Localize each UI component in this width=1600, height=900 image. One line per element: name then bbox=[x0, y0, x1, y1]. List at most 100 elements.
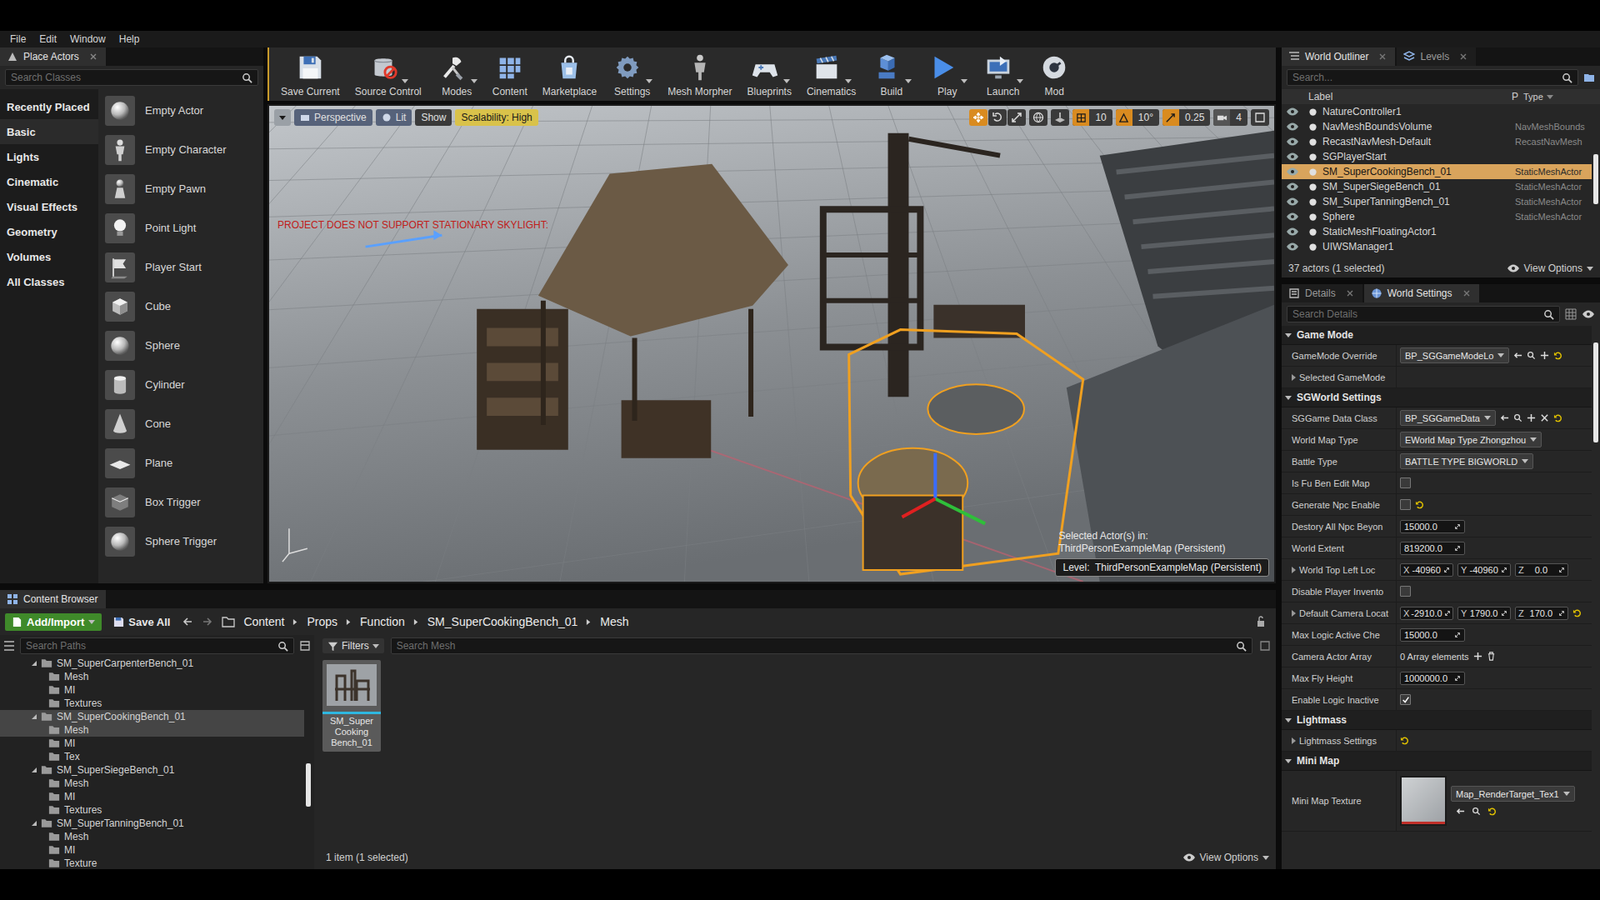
folder-row[interactable]: Tex bbox=[0, 750, 315, 764]
visibility-eye-icon[interactable] bbox=[1285, 212, 1300, 221]
actor-row[interactable]: StaticMeshFloatingActor1 bbox=[1281, 224, 1592, 240]
search-paths-field[interactable]: Search Paths bbox=[20, 637, 295, 655]
actor-row[interactable]: SGPlayerStart bbox=[1281, 149, 1592, 165]
menu-item[interactable]: Window bbox=[65, 33, 111, 45]
property-matrix-icon[interactable] bbox=[1565, 308, 1577, 320]
scalability-button[interactable]: Scalability: High bbox=[455, 109, 538, 126]
visibility-eye-icon[interactable] bbox=[1285, 107, 1300, 116]
texture-thumbnail[interactable] bbox=[1400, 775, 1447, 826]
snap-icon[interactable] bbox=[1072, 109, 1090, 126]
close-icon[interactable] bbox=[1345, 289, 1355, 298]
number-field[interactable]: 1000000.0 bbox=[1400, 671, 1465, 685]
visibility-eye-icon[interactable] bbox=[1285, 122, 1300, 131]
visibility-eye-icon[interactable] bbox=[1285, 167, 1300, 176]
browse-icon[interactable] bbox=[1471, 806, 1481, 816]
reset-to-default-icon[interactable] bbox=[1572, 608, 1582, 618]
breadcrumb-item[interactable]: Content bbox=[243, 615, 285, 629]
expand-arrow-icon[interactable] bbox=[1291, 374, 1296, 381]
forward-icon[interactable] bbox=[201, 615, 214, 628]
toolbar-button[interactable]: Mod bbox=[1033, 51, 1075, 98]
category-item[interactable]: Cinematic bbox=[0, 169, 99, 195]
actor-item[interactable]: Player Start bbox=[105, 247, 264, 287]
texture-combo[interactable]: Map_RenderTarget_Tex1 bbox=[1450, 785, 1575, 802]
clear-icon[interactable] bbox=[1540, 413, 1550, 423]
place-actors-tab[interactable]: Place Actors bbox=[0, 47, 106, 66]
chevron-icon[interactable] bbox=[292, 618, 299, 626]
menu-item[interactable]: File bbox=[5, 33, 31, 45]
actor-item[interactable]: Cone bbox=[105, 404, 264, 444]
close-icon[interactable] bbox=[1462, 289, 1471, 298]
folder-row[interactable]: Mesh bbox=[0, 670, 315, 684]
browse-icon[interactable] bbox=[1526, 350, 1536, 360]
expanded-arrow-icon[interactable] bbox=[31, 820, 37, 826]
enum-combo[interactable]: BATTLE TYPE BIGWORLD bbox=[1400, 453, 1534, 470]
actor-item[interactable]: Sphere Trigger bbox=[105, 521, 264, 561]
folder-row[interactable]: SM_SuperSiegeBench_01 bbox=[0, 763, 315, 777]
toolbar-button[interactable]: Build bbox=[865, 51, 917, 98]
actor-row[interactable]: SphereStaticMeshActor bbox=[1281, 209, 1592, 225]
scale-button[interactable] bbox=[1007, 109, 1026, 126]
viewport-menu-button[interactable] bbox=[274, 109, 291, 126]
toolbar-button[interactable]: Source Control bbox=[350, 51, 427, 98]
scrollbar[interactable] bbox=[1593, 342, 1599, 443]
level-viewport[interactable]: PerspectiveLitShowScalability: High1010°… bbox=[267, 104, 1276, 584]
section-header[interactable]: Lightmass bbox=[1281, 710, 1592, 730]
expanded-arrow-icon[interactable] bbox=[31, 660, 37, 666]
menu-item[interactable]: Help bbox=[114, 33, 145, 45]
dropdown-caret-icon[interactable] bbox=[1016, 79, 1024, 84]
actor-row[interactable]: NavMeshBoundsVolumeNavMeshBounds bbox=[1281, 119, 1592, 135]
section-header[interactable]: Mini Map bbox=[1281, 751, 1592, 771]
actor-item[interactable]: Cylinder bbox=[105, 365, 264, 405]
expand-arrow-icon[interactable] bbox=[1291, 610, 1296, 617]
search-assets-field[interactable]: Search Mesh bbox=[390, 637, 1253, 655]
use-selected-icon[interactable] bbox=[1513, 350, 1523, 360]
actor-item[interactable]: Plane bbox=[105, 443, 264, 483]
actor-row[interactable]: SM_SuperSiegeBench_01StaticMeshActor bbox=[1281, 179, 1592, 195]
details-tab[interactable]: World Settings bbox=[1364, 284, 1480, 303]
vector-component-field[interactable]: Z0.0 bbox=[1515, 563, 1569, 577]
world-local-button[interactable] bbox=[1029, 109, 1048, 126]
visibility-eye-icon[interactable] bbox=[1285, 182, 1300, 191]
reset-to-default-icon[interactable] bbox=[1553, 413, 1563, 423]
visibility-eye-icon[interactable] bbox=[1285, 152, 1300, 161]
search-classes-field[interactable]: Search Classes bbox=[5, 69, 259, 86]
dropdown-caret-icon[interactable] bbox=[905, 79, 912, 84]
actor-row[interactable]: NatureController1 bbox=[1281, 104, 1592, 120]
dropdown-caret-icon[interactable] bbox=[401, 79, 409, 84]
eye-icon[interactable] bbox=[1581, 310, 1595, 319]
toolbar-button[interactable]: Play bbox=[921, 51, 973, 98]
snap-toggle[interactable]: 0.25 bbox=[1162, 109, 1210, 126]
actor-row[interactable]: SM_SuperTanningBench_01StaticMeshActor bbox=[1281, 194, 1592, 210]
close-icon[interactable] bbox=[1459, 52, 1468, 61]
toolbar-button[interactable]: Modes bbox=[431, 51, 483, 98]
toolbar-button[interactable]: Cinematics bbox=[801, 51, 861, 98]
back-icon[interactable] bbox=[181, 615, 194, 628]
dropdown-caret-icon[interactable] bbox=[645, 79, 653, 84]
section-header[interactable]: Game Mode bbox=[1281, 325, 1592, 345]
checkbox[interactable] bbox=[1400, 585, 1411, 597]
snap-icon[interactable] bbox=[1162, 109, 1180, 126]
use-selected-icon[interactable] bbox=[1500, 413, 1510, 423]
chevron-icon[interactable] bbox=[585, 618, 592, 626]
save-all-button[interactable]: Save All bbox=[110, 613, 174, 631]
vector-component-field[interactable]: Y1790.0 bbox=[1457, 606, 1511, 620]
folder-row[interactable]: Mesh bbox=[0, 723, 305, 737]
category-item[interactable]: All Classes bbox=[0, 269, 99, 295]
breadcrumb-item[interactable]: Mesh bbox=[600, 615, 629, 629]
checkbox[interactable] bbox=[1400, 694, 1411, 705]
actor-item[interactable]: Empty Pawn bbox=[105, 169, 264, 209]
add-element-icon[interactable] bbox=[1473, 651, 1483, 661]
snap-icon[interactable] bbox=[1115, 109, 1133, 126]
perspective-button[interactable]: Perspective bbox=[294, 109, 373, 126]
toolbar-button[interactable]: Settings bbox=[606, 51, 658, 98]
snap-toggle[interactable]: 10 bbox=[1072, 109, 1112, 126]
actor-item[interactable]: Sphere bbox=[105, 325, 264, 365]
actor-row[interactable]: UIWSManager1 bbox=[1281, 239, 1592, 255]
expand-arrow-icon[interactable] bbox=[1291, 566, 1296, 574]
visibility-eye-icon[interactable] bbox=[1285, 197, 1300, 206]
chevron-icon[interactable] bbox=[345, 618, 352, 626]
folder-row[interactable]: SM_SuperCarpenterBench_01 bbox=[0, 656, 315, 670]
breadcrumb-item[interactable]: Props bbox=[306, 615, 338, 629]
dropdown-caret-icon[interactable] bbox=[470, 79, 478, 84]
close-icon[interactable] bbox=[89, 52, 98, 61]
